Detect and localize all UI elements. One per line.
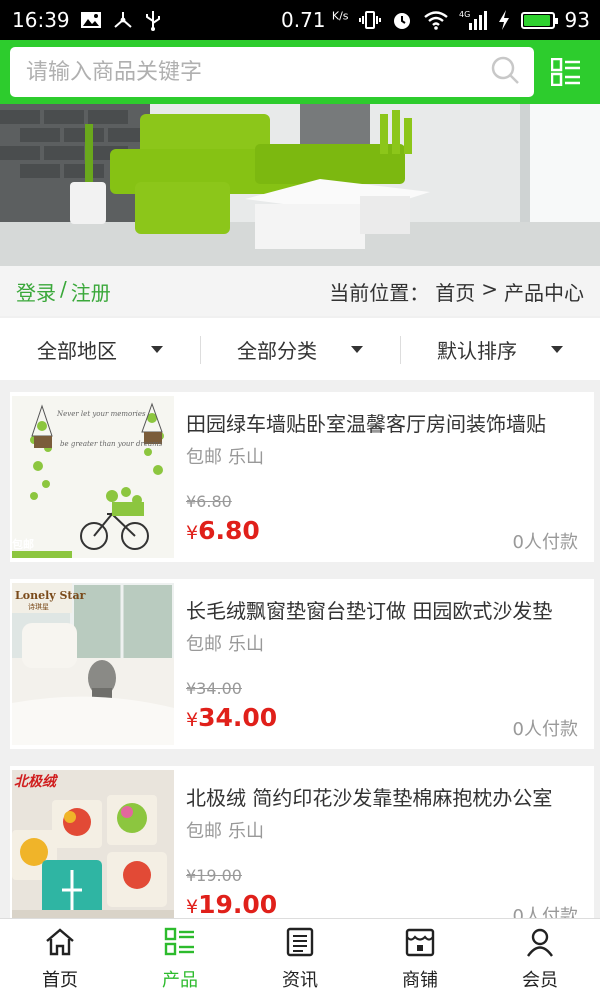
product-card[interactable]: 北极绒 北极绒 简约印花沙发靠垫棉麻抱枕办公室 包邮 乐山 ¥19.00 ¥19…: [10, 766, 594, 936]
product-title[interactable]: 北极绒 简约印花沙发靠垫棉麻抱枕办公室: [186, 782, 572, 811]
svg-text:Never let your memories: Never let your memories: [56, 410, 146, 418]
bottom-nav: 首页 产品 资讯 商铺 会员: [0, 918, 600, 1000]
product-price: ¥34.00: [186, 703, 277, 732]
currency-symbol: ¥: [186, 522, 199, 544]
product-image[interactable]: 北极绒: [12, 770, 174, 932]
vibrate-icon: [358, 9, 381, 31]
nav-home[interactable]: 首页: [0, 919, 120, 1000]
original-price: ¥34.00: [186, 679, 242, 698]
svg-text:包邮: 包邮: [12, 537, 34, 551]
product-card[interactable]: Lonely Star 诗琪星 长毛绒飘窗垫窗台垫订做 田园欧式沙发垫 包邮 乐…: [10, 579, 594, 749]
breadcrumb-current: 产品中心: [504, 280, 584, 305]
search-box[interactable]: [10, 47, 534, 97]
caret-down-icon: [551, 345, 563, 353]
product-meta: 包邮 乐山: [186, 630, 578, 656]
price-value: 6.80: [198, 516, 260, 545]
filter-category[interactable]: 全部分类: [200, 318, 400, 380]
location-bar: 登录 / 注册 当前位置： 首页 > 产品中心: [0, 266, 600, 316]
login-separator: /: [60, 276, 67, 301]
login-register: 登录 / 注册: [16, 277, 111, 306]
news-icon: [285, 927, 315, 962]
product-image[interactable]: Lonely Star 诗琪星: [12, 583, 174, 745]
filter-region[interactable]: 全部地区: [0, 318, 200, 380]
sold-count: 0人付款: [512, 719, 578, 740]
product-location: 乐山: [228, 447, 264, 468]
sold-count: 0人付款: [512, 532, 578, 553]
filter-category-label: 全部分类: [237, 338, 317, 363]
store-icon: [404, 927, 436, 962]
product-meta: 包邮 乐山: [186, 443, 578, 469]
image-icon: [80, 10, 102, 30]
shipping-label: 包邮: [186, 634, 222, 655]
product-price: ¥19.00: [186, 890, 277, 919]
wifi-icon: [423, 10, 449, 30]
header: [0, 40, 600, 104]
svg-text:be greater than your dreams: be greater than your dreams: [60, 440, 163, 448]
location-label: 当前位置：: [329, 280, 430, 305]
filter-region-label: 全部地区: [37, 338, 117, 363]
product-title[interactable]: 田园绿车墙贴卧室温馨客厅房间装饰墙贴: [186, 408, 572, 437]
product-list-icon: [164, 927, 196, 962]
banner-image[interactable]: [0, 104, 600, 266]
charging-icon: [497, 9, 511, 31]
search-icon[interactable]: [490, 55, 520, 89]
svg-text:北极绒: 北极绒: [14, 773, 59, 790]
svg-text:4G: 4G: [459, 10, 470, 19]
nav-member[interactable]: 会员: [480, 919, 600, 1000]
register-link[interactable]: 注册: [71, 277, 111, 306]
home-icon: [44, 927, 76, 962]
breadcrumb: 当前位置： 首页 > 产品中心: [329, 277, 584, 306]
product-info: 田园绿车墙贴卧室温馨客厅房间装饰墙贴 包邮 乐山 ¥6.80 ¥6.80 0人付…: [174, 396, 594, 558]
product-image[interactable]: Never let your memories be greater than …: [12, 396, 174, 558]
status-bar: 16:39 0.71 K/s 4G 93: [0, 0, 600, 40]
search-input[interactable]: [26, 59, 490, 85]
nav-member-label: 会员: [522, 970, 558, 991]
currency-symbol: ¥: [186, 709, 199, 731]
member-icon: [525, 927, 555, 962]
product-card[interactable]: Never let your memories be greater than …: [10, 392, 594, 562]
filter-sort[interactable]: 默认排序: [400, 318, 600, 380]
battery-level: 93: [564, 8, 590, 32]
breadcrumb-home[interactable]: 首页: [435, 277, 475, 306]
price-value: 19.00: [198, 890, 278, 919]
product-location: 乐山: [228, 634, 264, 655]
signal-icon: 4G: [459, 9, 487, 31]
usb-icon: [144, 9, 162, 31]
shipping-label: 包邮: [186, 447, 222, 468]
nav-products-label: 产品: [162, 970, 198, 991]
currency-symbol: ¥: [186, 896, 199, 918]
original-price: ¥6.80: [186, 492, 232, 511]
nav-products[interactable]: 产品: [120, 919, 240, 1000]
status-time: 16:39: [12, 8, 70, 32]
nav-home-label: 首页: [42, 970, 78, 991]
nav-store-label: 商铺: [402, 970, 438, 991]
nav-news[interactable]: 资讯: [240, 919, 360, 1000]
product-location: 乐山: [228, 821, 264, 842]
breadcrumb-arrow: >: [481, 276, 498, 301]
alarm-icon: [391, 9, 413, 31]
net-speed: 0.71 K/s: [281, 8, 349, 32]
original-price: ¥19.00: [186, 866, 242, 885]
svg-text:Lonely Star: Lonely Star: [15, 589, 86, 602]
caret-down-icon: [151, 345, 163, 353]
shipping-label: 包邮: [186, 821, 222, 842]
login-link[interactable]: 登录: [16, 277, 56, 306]
price-value: 34.00: [198, 703, 278, 732]
product-info: 北极绒 简约印花沙发靠垫棉麻抱枕办公室 包邮 乐山 ¥19.00 ¥19.00 …: [174, 770, 594, 932]
product-meta: 包邮 乐山: [186, 817, 578, 843]
battery-icon: [520, 11, 558, 29]
product-title[interactable]: 长毛绒飘窗垫窗台垫订做 田园欧式沙发垫: [186, 595, 572, 624]
product-price: ¥6.80: [186, 516, 260, 545]
usb-share-icon: [112, 10, 134, 30]
caret-down-icon: [351, 345, 363, 353]
grid-list-icon[interactable]: [550, 56, 582, 88]
product-info: 长毛绒飘窗垫窗台垫订做 田园欧式沙发垫 包邮 乐山 ¥34.00 ¥34.00 …: [174, 583, 594, 745]
filter-bar: 全部地区 全部分类 默认排序: [0, 318, 600, 380]
battery-fill: [523, 14, 550, 26]
nav-news-label: 资讯: [282, 970, 318, 991]
filter-sort-label: 默认排序: [437, 338, 517, 363]
svg-text:诗琪星: 诗琪星: [28, 602, 49, 611]
nav-store[interactable]: 商铺: [360, 919, 480, 1000]
